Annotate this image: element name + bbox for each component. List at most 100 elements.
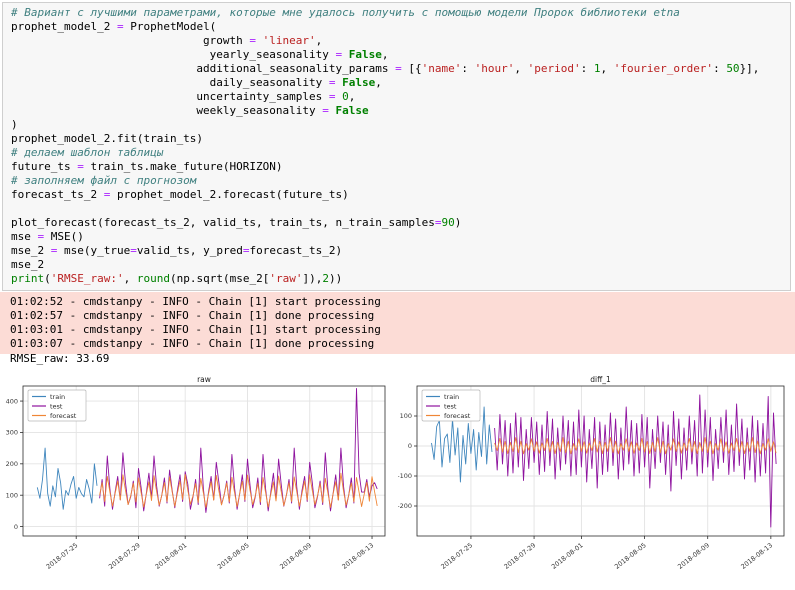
code-token: )	[454, 216, 462, 229]
code-line: # заполняем файл с прогнозом	[11, 174, 786, 188]
code-token: ProphetModel(	[123, 20, 217, 33]
code-token: 'linear'	[262, 34, 316, 47]
code-token: ,	[514, 62, 528, 75]
code-token: False	[348, 48, 382, 61]
code-line: # делаем шаблон таблицы	[11, 146, 786, 160]
legend-label: test	[444, 402, 457, 410]
y-tick-label: -200	[398, 502, 412, 510]
code-token: =	[130, 244, 137, 257]
code-token: mse_2	[11, 258, 45, 271]
code-line: )	[11, 118, 786, 132]
code-token: yearly_seasonality	[11, 48, 336, 61]
code-token: (np.sqrt(mse_2[	[169, 272, 270, 285]
code-token: 2	[322, 272, 329, 285]
code-line: daily_seasonality = False,	[11, 76, 786, 90]
code-token: valid_ts, y_pred	[136, 244, 243, 257]
code-token: daily_seasonality	[11, 76, 329, 89]
legend-label: train	[444, 393, 459, 401]
code-token: forecast_ts_2	[11, 188, 104, 201]
code-token: plot_forecast(forecast_ts_2, valid_ts, t…	[11, 216, 435, 229]
code-token: (	[44, 272, 51, 285]
log-line: 01:03:07 - cmdstanpy - INFO - Chain [1] …	[10, 337, 375, 350]
legend-label: forecast	[50, 412, 77, 420]
code-token: train_ts.make_future(HORIZON)	[83, 160, 283, 173]
x-tick-label: 2018-08-09	[676, 541, 711, 571]
code-token: )	[11, 118, 18, 131]
x-tick-label: 2018-07-25	[45, 541, 80, 571]
code-line: future_ts = train_ts.make_future(HORIZON…	[11, 160, 786, 174]
code-token: :	[713, 62, 727, 75]
legend-label: forecast	[444, 412, 471, 420]
code-token: MSE()	[44, 230, 84, 243]
x-tick-label: 2018-08-13	[341, 541, 376, 571]
code-token: print	[11, 272, 45, 285]
y-tick-label: 0	[14, 523, 18, 531]
code-token: 'raw'	[269, 272, 303, 285]
code-token: uncertainty_samples	[11, 90, 329, 103]
x-tick-label: 2018-07-29	[503, 541, 538, 571]
x-tick-label: 2018-08-13	[739, 541, 774, 571]
test-series-line	[494, 394, 777, 528]
log-line: 01:02:57 - cmdstanpy - INFO - Chain [1] …	[10, 309, 375, 322]
code-token: =	[116, 20, 124, 33]
code-line: prophet_model_2.fit(train_ts)	[11, 132, 786, 146]
code-token: round	[136, 272, 170, 285]
x-tick-label: 2018-08-01	[550, 541, 585, 571]
code-line: plot_forecast(forecast_ts_2, valid_ts, t…	[11, 216, 786, 230]
code-token: :	[461, 62, 475, 75]
code-line: yearly_seasonality = False,	[11, 48, 786, 62]
legend-label: test	[50, 402, 63, 410]
code-token: ,	[381, 48, 389, 61]
y-tick-label: 100	[400, 412, 412, 420]
code-token: additional_seasonality_params	[11, 62, 396, 75]
stderr-output: 01:02:52 - cmdstanpy - INFO - Chain [1] …	[0, 292, 795, 354]
code-line: growth = 'linear',	[11, 34, 786, 48]
code-token: =	[322, 104, 329, 117]
raw-chart: 0 100 200 300 400 2018-07-25 2018-07-29 2018-08…	[0, 373, 398, 587]
code-line: prophet_model_2 = ProphetModel(	[11, 20, 786, 34]
train-series-line	[36, 447, 98, 510]
code-token: =	[328, 76, 336, 89]
code-token: ,	[315, 34, 323, 47]
x-tick-label: 2018-08-09	[278, 541, 313, 571]
code-line: mse_2 = mse(y_true=valid_ts, y_pred=fore…	[11, 244, 786, 258]
code-token: False	[335, 104, 369, 117]
code-token: ,	[123, 272, 137, 285]
x-tick-label: 2018-08-05	[613, 541, 648, 571]
y-tick-label: 0	[408, 442, 412, 450]
stdout-output: RMSE_raw: 33.69	[10, 352, 110, 365]
code-token: ,	[348, 90, 356, 103]
code-token: }],	[739, 62, 760, 75]
code-token: 'fourier_order'	[613, 62, 714, 75]
code-line: mse = MSE()	[11, 230, 786, 244]
code-token: weekly_seasonality	[11, 104, 323, 117]
code-token: mse(y_true	[57, 244, 131, 257]
y-tick-label: 300	[6, 429, 18, 437]
code-token: mse	[11, 230, 38, 243]
code-token: ))	[328, 272, 343, 285]
code-token: mse_2	[11, 244, 51, 257]
code-cell-input[interactable]: # Вариант с лучшими параметрами, которые…	[2, 2, 791, 291]
code-token: # заполняем файл с прогнозом	[11, 174, 197, 187]
code-token: prophet_model_2	[11, 20, 117, 33]
code-token: 'hour'	[474, 62, 515, 75]
code-token: =	[395, 62, 402, 75]
code-token: 90	[441, 216, 455, 229]
code-token: growth	[11, 34, 250, 47]
x-tick-label: 2018-07-25	[439, 541, 474, 571]
code-line: # Вариант с лучшими параметрами, которые…	[11, 6, 786, 20]
chart-title: raw	[197, 375, 211, 384]
y-tick-label: 400	[6, 397, 18, 405]
code-token: ,	[375, 76, 382, 89]
code-token: ]),	[302, 272, 323, 285]
y-tick-label: 100	[6, 491, 18, 499]
code-token: # делаем шаблон таблицы	[11, 146, 164, 159]
code-token: =	[77, 160, 84, 173]
code-line: forecast_ts_2 = prophet_model_2.forecast…	[11, 188, 786, 202]
code-token: # Вариант с лучшими параметрами, которые…	[11, 6, 680, 19]
diff1-chart: -200 -100 0 100 2018-07-25 2018-07-29 2018-08-…	[398, 373, 789, 587]
